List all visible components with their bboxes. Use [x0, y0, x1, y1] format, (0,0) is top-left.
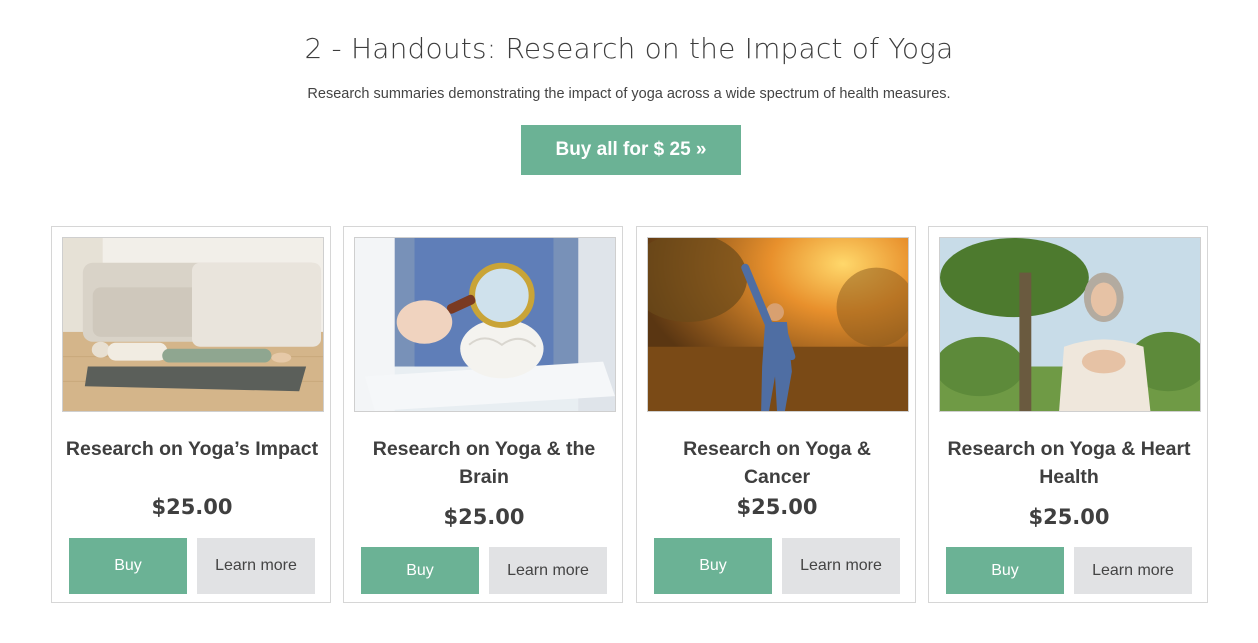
product-card: Research on Yoga & Cancer $25.00 Buy Lea…	[636, 226, 916, 603]
buy-button[interactable]: Buy	[654, 538, 772, 594]
product-card: Research on Yoga & Heart Health $25.00 B…	[928, 226, 1208, 603]
product-price: $25.00	[1028, 505, 1110, 529]
woman-lying-on-yoga-mat-photo	[63, 238, 323, 411]
buy-button[interactable]: Buy	[361, 547, 479, 594]
page: 2 - Handouts: Research on the Impact of …	[0, 0, 1258, 643]
man-stretching-at-sunset-photo	[648, 238, 908, 411]
woman-hands-on-chest-outdoors-photo	[940, 238, 1200, 411]
magnifying-glass-over-brain-model-photo	[355, 238, 615, 411]
learn-more-button[interactable]: Learn more	[197, 538, 315, 594]
page-subtitle: Research summaries demonstrating the imp…	[307, 86, 951, 102]
learn-more-button[interactable]: Learn more	[489, 547, 607, 594]
learn-more-button[interactable]: Learn more	[782, 538, 900, 594]
product-card: Research on Yoga & the Brain $25.00 Buy …	[343, 226, 623, 603]
buy-button[interactable]: Buy	[69, 538, 187, 594]
product-price: $25.00	[151, 495, 233, 519]
product-image[interactable]	[62, 237, 324, 412]
buy-button[interactable]: Buy	[946, 547, 1064, 594]
product-image[interactable]	[939, 237, 1201, 412]
product-title[interactable]: Research on Yoga & Cancer	[649, 435, 905, 491]
product-image[interactable]	[354, 237, 616, 412]
buy-all-button[interactable]: Buy all for $ 25 »	[521, 125, 741, 175]
product-price: $25.00	[736, 495, 818, 519]
product-card: Research on Yoga’s Impact $25.00 Buy Lea…	[51, 226, 331, 603]
page-title: 2 - Handouts: Research on the Impact of …	[304, 32, 954, 65]
product-image[interactable]	[647, 237, 909, 412]
product-price: $25.00	[443, 505, 525, 529]
product-title[interactable]: Research on Yoga’s Impact	[64, 435, 320, 463]
learn-more-button[interactable]: Learn more	[1074, 547, 1192, 594]
product-title[interactable]: Research on Yoga & the Brain	[356, 435, 612, 491]
product-title[interactable]: Research on Yoga & Heart Health	[941, 435, 1197, 491]
